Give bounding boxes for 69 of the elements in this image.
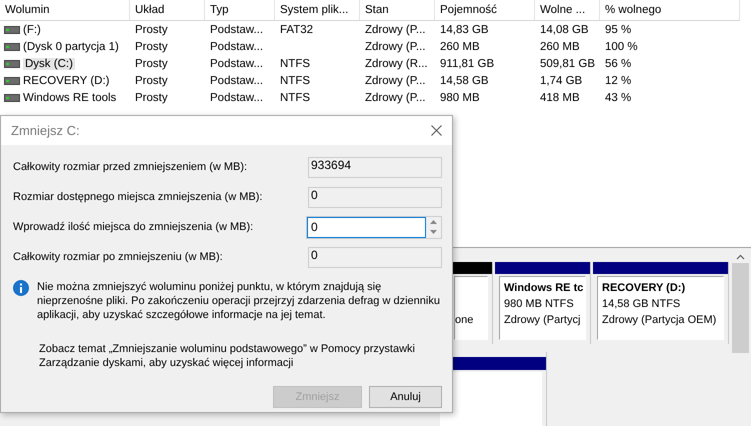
table-cell: Zdrowy (P... — [365, 74, 426, 86]
table-cell: 911,81 GB — [440, 58, 494, 70]
column-header[interactable]: System plik... — [275, 0, 360, 20]
table-cell: FAT32 — [280, 24, 314, 36]
partition-info: Zdrowy (Partycj — [504, 313, 582, 328]
column-header[interactable]: % wolnego — [600, 0, 740, 20]
table-cell: 260 MB — [440, 40, 480, 52]
table-cell: NTFS — [280, 92, 310, 104]
volume-name[interactable]: Dysk (C:) — [23, 58, 75, 70]
table-cell: 43 % — [605, 92, 632, 104]
readonly-field: 0 — [308, 246, 442, 268]
table-cell: Podstaw... — [210, 74, 264, 86]
column-header[interactable]: Typ — [205, 0, 275, 20]
dialog-title: Zmniejsz C: — [11, 123, 80, 138]
volume-name[interactable]: RECOVERY (D:) — [23, 74, 110, 86]
table-cell: 14,58 GB — [440, 74, 489, 86]
table-cell: NTFS — [280, 58, 310, 70]
partition-info: 980 MB NTFS — [504, 297, 575, 312]
partition-block[interactable]: Windows RE tc 980 MB NTFS Zdrowy (Partycj — [495, 262, 591, 344]
help-message: Zobacz temat „Zmniejszanie woluminu podstawowego” w Pomocy przystawki Zarządzanie dyskami, aby uzyskać więcej informacji — [38, 342, 416, 370]
field-label: Całkowity rozmiar przed zmniejszeniem (w MB): — [13, 161, 248, 173]
readonly-field: 933694 — [308, 156, 442, 178]
table-cell: 509,81 GB — [540, 58, 595, 70]
table-cell: 980 MB — [440, 92, 480, 104]
readonly-field: 0 — [308, 186, 442, 208]
table-cell: 56 % — [605, 58, 632, 70]
column-header[interactable]: Wolne ... — [535, 0, 600, 20]
table-cell: 1,74 GB — [540, 74, 582, 86]
column-header[interactable]: Układ — [130, 0, 205, 20]
spin-field[interactable]: 0 — [306, 216, 442, 238]
table-cell: 14,83 GB — [440, 24, 489, 36]
table-cell: 95 % — [605, 24, 632, 36]
table-cell: Zdrowy (P... — [365, 92, 426, 104]
partition-title: Windows RE tc — [504, 281, 584, 296]
field-label: Wprowadź ilość miejsca do zmniejszenia (w MB): — [13, 221, 254, 233]
table-cell: 12 % — [605, 74, 632, 86]
table-cell: Prosty — [135, 74, 168, 86]
table-cell: 418 MB — [540, 92, 580, 104]
dialog-button[interactable]: Anuluj — [369, 386, 442, 408]
table-cell: Prosty — [135, 40, 168, 52]
column-header[interactable]: Wolumin — [0, 0, 130, 20]
table-cell: Zdrowy (P... — [365, 40, 426, 52]
table-cell: NTFS — [280, 74, 310, 86]
table-cell: Podstaw... — [210, 92, 264, 104]
table-cell: 14,08 GB — [540, 24, 589, 36]
table-cell: Prosty — [135, 92, 168, 104]
table-cell: Zdrowy (P... — [365, 24, 426, 36]
table-cell: 100 % — [605, 40, 638, 52]
table-cell: Prosty — [135, 24, 168, 36]
column-header[interactable]: Pojemność — [435, 0, 535, 20]
table-cell: Zdrowy (R... — [365, 58, 428, 70]
field-label: Całkowity rozmiar po zmniejszeniu (w MB): — [13, 251, 223, 263]
table-cell: Podstaw... — [210, 40, 264, 52]
partition-block[interactable]: RECOVERY (D:) 14,58 GB NTFS Zdrowy (Partycja OEM) — [593, 262, 729, 344]
volume-name[interactable]: (Dysk 0 partycja 1) — [23, 40, 119, 52]
table-cell: Prosty — [135, 58, 168, 70]
volume-name[interactable]: Windows RE tools — [23, 92, 116, 104]
partition-title: RECOVERY (D:) — [602, 281, 686, 296]
info-message: Nie można zmniejszyć woluminu poniżej punktu, w którym znajdują się nieprzenośne pliki. Po zakończeniu operacji przejrzyj zdarzenia defrag w dzienniku aplikacji, aby uzyskać szczegółowe informacje na jej temat. — [37, 280, 440, 322]
table-cell: Podstaw... — [210, 58, 264, 70]
partition-info: Zdrowy (Partycja OEM) — [602, 313, 718, 328]
partition-block[interactable]: one — [450, 262, 493, 344]
table-cell: Podstaw... — [210, 24, 264, 36]
volume-name[interactable]: (F:) — [23, 24, 41, 36]
field-label: Rozmiar dostępnego miejsca zmniejszenia (w MB): — [13, 191, 262, 203]
table-cell: 260 MB — [540, 40, 580, 52]
partition-info: 14,58 GB NTFS — [602, 297, 682, 312]
partition-info: one — [455, 313, 474, 328]
column-header[interactable]: Stan — [360, 0, 435, 20]
